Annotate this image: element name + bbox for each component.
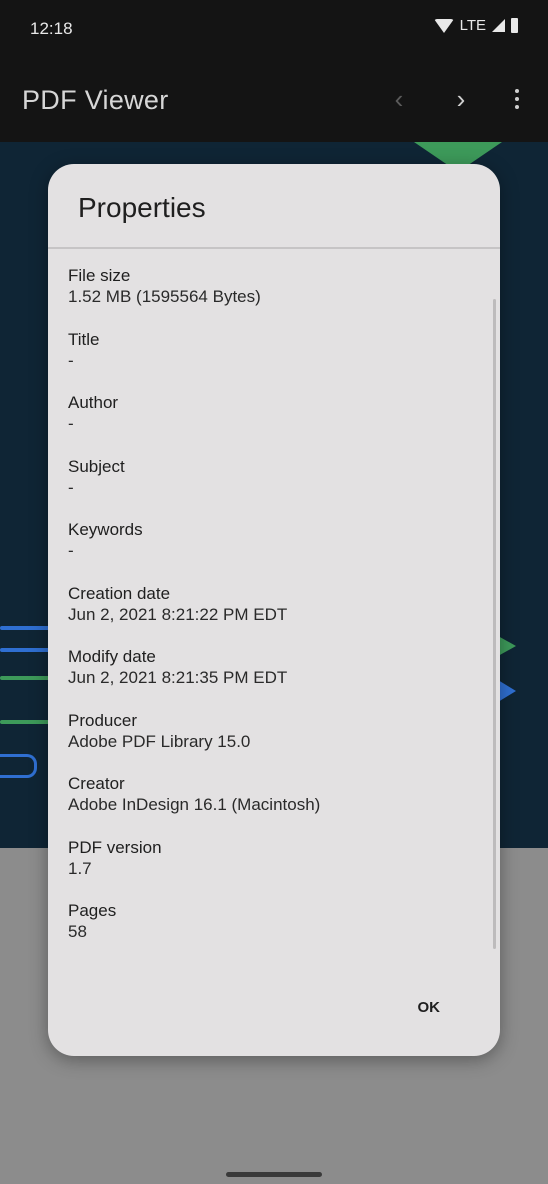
property-item: File size 1.52 MB (1595564 Bytes) xyxy=(68,265,480,329)
property-item: Keywords - xyxy=(68,519,480,583)
property-label: Creation date xyxy=(68,583,171,603)
property-value: 1.52 MB (1595564 Bytes) xyxy=(68,287,261,306)
property-value: - xyxy=(68,414,74,433)
chevron-right-icon: › xyxy=(456,83,466,114)
property-item: Modify date Jun 2, 2021 8:21:35 PM EDT xyxy=(68,646,480,710)
property-item: Pages 58 xyxy=(68,900,480,964)
property-label: Subject xyxy=(68,456,125,476)
app-bar: PDF Viewer ‹ › xyxy=(0,58,548,142)
property-value: Adobe InDesign 16.1 (Macintosh) xyxy=(68,795,321,814)
properties-list: File size 1.52 MB (1595564 Bytes) Title … xyxy=(48,249,500,964)
property-item: PDF version 1.7 xyxy=(68,837,480,901)
property-item: Creator Adobe InDesign 16.1 (Macintosh) xyxy=(68,773,480,837)
decorative-shape xyxy=(0,754,37,778)
property-label: Title xyxy=(68,329,100,349)
more-vert-icon xyxy=(515,89,519,93)
previous-page-button[interactable]: ‹ xyxy=(382,82,416,116)
property-value: - xyxy=(68,350,74,370)
status-icons: LTE xyxy=(433,17,518,34)
status-time: 12:18 xyxy=(30,19,73,38)
property-value: 1.7 xyxy=(68,858,92,878)
chevron-left-icon: ‹ xyxy=(394,83,404,114)
property-label: Modify date xyxy=(68,647,156,666)
property-label: Keywords xyxy=(68,520,143,539)
property-label: File size xyxy=(68,266,131,285)
property-item: Creation date Jun 2, 2021 8:21:22 PM EDT xyxy=(68,583,480,647)
properties-dialog: Properties File size 1.52 MB (1595564 By… xyxy=(48,164,500,1056)
property-item: Author - xyxy=(68,392,480,456)
next-page-button[interactable]: › xyxy=(444,82,478,116)
property-value: Jun 2, 2021 8:21:35 PM EDT xyxy=(68,668,288,687)
more-options-button[interactable] xyxy=(500,82,534,116)
property-item: Subject - xyxy=(68,456,480,520)
decorative-shape xyxy=(498,636,516,656)
property-value: Adobe PDF Library 15.0 xyxy=(68,731,251,751)
property-label: Producer xyxy=(68,710,137,730)
network-type: LTE xyxy=(459,17,486,34)
properties-scroll-area[interactable]: File size 1.52 MB (1595564 Bytes) Title … xyxy=(48,249,500,964)
property-label: Creator xyxy=(68,774,125,793)
more-vert-icon-dot xyxy=(515,97,519,101)
status-bar: 12:18 LTE xyxy=(0,0,548,58)
property-item: Producer Adobe PDF Library 15.0 xyxy=(68,710,480,774)
property-item: Title - xyxy=(68,329,480,393)
wifi-icon xyxy=(433,18,454,33)
app-title: PDF Viewer xyxy=(22,85,169,115)
property-value: - xyxy=(68,541,74,560)
property-value: Jun 2, 2021 8:21:22 PM EDT xyxy=(68,604,288,624)
gesture-nav-bar[interactable] xyxy=(226,1172,322,1177)
ok-button[interactable]: OK xyxy=(410,995,449,1020)
more-vert-icon-dot xyxy=(515,105,519,109)
scrollbar[interactable] xyxy=(493,299,496,949)
property-value: - xyxy=(68,477,74,497)
property-value: 58 xyxy=(68,922,87,941)
property-label: Author xyxy=(68,393,119,412)
dialog-title: Properties xyxy=(78,192,206,223)
battery-icon xyxy=(511,18,518,33)
decorative-shape xyxy=(498,680,516,702)
property-label: Pages xyxy=(68,901,117,920)
property-label: PDF version xyxy=(68,837,162,857)
signal-icon xyxy=(492,19,505,32)
